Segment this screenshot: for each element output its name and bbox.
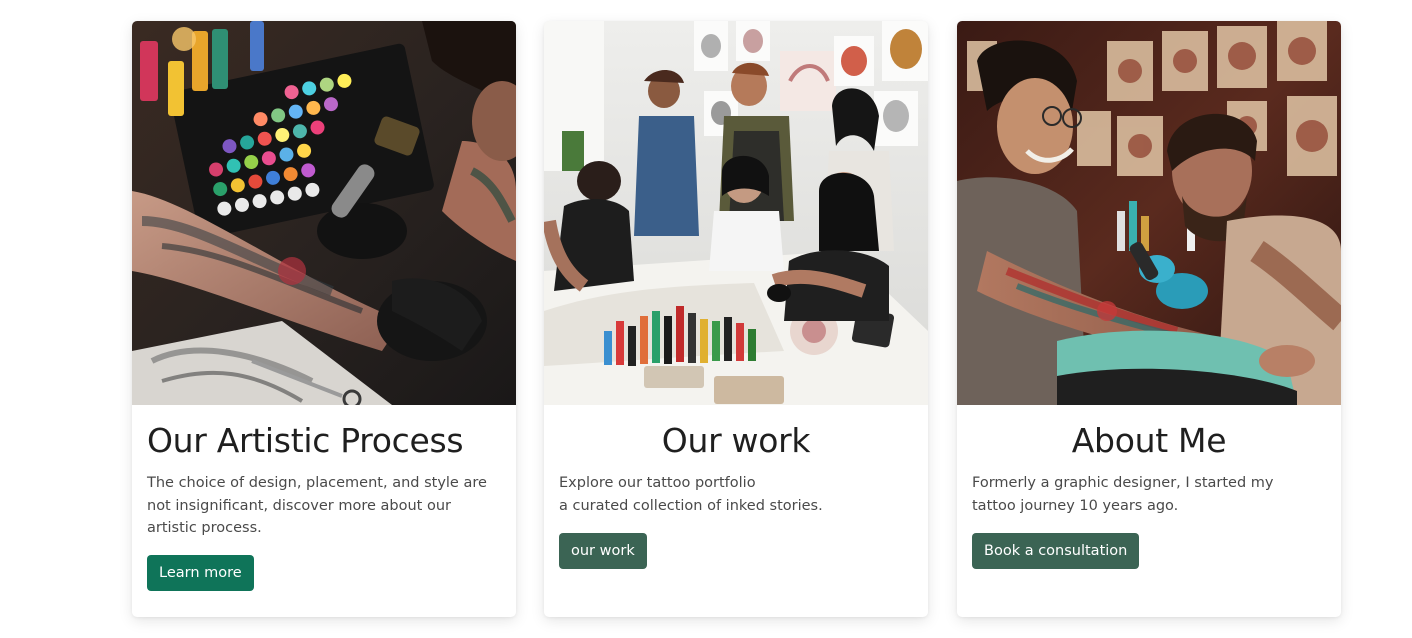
description-line: not insignificant, discover more about o… [147,497,452,514]
description-line: tattoo journey 10 years ago. [972,497,1179,514]
description-line: Explore our tattoo portfolio [559,475,756,491]
card-description: Formerly a graphic designer, I started m… [972,472,1326,517]
card-body: Our Artistic Process The choice of desig… [147,419,501,591]
card-grid: Our Artistic Process The choice of desig… [0,0,1412,638]
card-our-work: Our work Explore our tattoo portfolio a … [544,21,928,617]
card-title: Our Artistic Process [147,421,464,460]
card-title: Our work [661,421,811,460]
description-line: The choice of design, placement, and sty… [147,475,487,491]
book-consultation-button[interactable]: Book a consultation [972,533,1140,569]
description-line: artistic process. [147,520,262,536]
card-body: Our work Explore our tattoo portfolio a … [559,419,913,569]
description-line: Formerly a graphic designer, I started m… [972,475,1274,491]
card-artistic-process: Our Artistic Process The choice of desig… [132,21,516,617]
tattoo-process-photo [132,21,516,405]
card-description: Explore our tattoo portfolio a curated c… [559,472,913,517]
our-work-button[interactable]: our work [559,533,647,569]
card-description: The choice of design, placement, and sty… [147,472,501,540]
card-title: About Me [1071,421,1227,460]
card-about-me: About Me Formerly a graphic designer, I … [957,21,1341,617]
description-line: a curated collection of inked stories. [559,497,823,514]
tattoo-artist-photo [957,21,1341,405]
tattoo-studio-group-photo [544,21,928,405]
learn-more-button[interactable]: Learn more [147,554,254,591]
card-body: About Me Formerly a graphic designer, I … [972,419,1326,569]
